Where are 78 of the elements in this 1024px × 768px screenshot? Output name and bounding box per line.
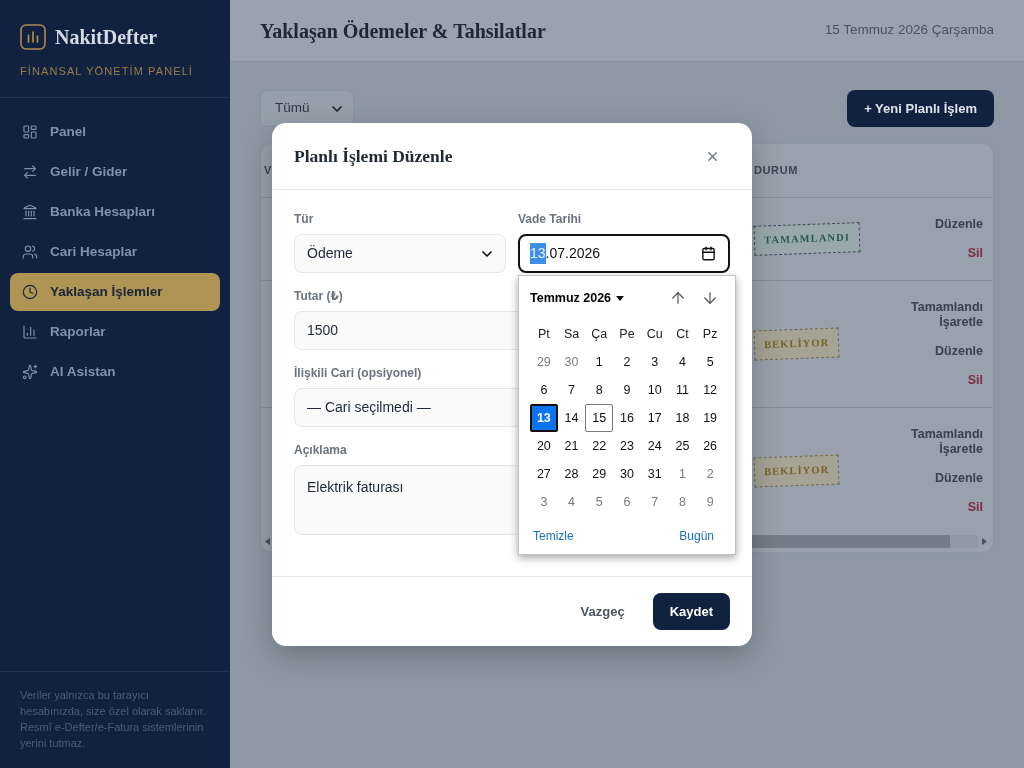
date-field[interactable]: 13.07.2026 (518, 234, 730, 273)
calendar-day[interactable]: 30 (557, 348, 586, 376)
calendar-day[interactable]: 7 (640, 488, 669, 516)
dialog-title: Planlı İşlemi Düzenle (294, 144, 453, 168)
chart-logo-icon (20, 24, 46, 50)
calendar-day[interactable]: 21 (557, 432, 586, 460)
weekday-label: Cu (646, 325, 663, 343)
weekday-label: Pz (702, 325, 718, 343)
sidebar-item[interactable]: Gelir / Gider (10, 153, 220, 191)
arrows-icon (22, 164, 38, 180)
save-button[interactable]: Kaydet (652, 593, 730, 630)
calendar-day[interactable]: 24 (640, 432, 669, 460)
dashboard-icon (22, 124, 38, 140)
page-title: Yaklaşan Ödemeler & Tahsilatlar (260, 18, 546, 45)
calendar-day[interactable]: 4 (668, 348, 697, 376)
column-header: V (264, 163, 272, 178)
calendar-day[interactable]: 4 (557, 488, 586, 516)
bar-chart-icon (22, 324, 38, 340)
calendar-day[interactable]: 8 (668, 488, 697, 516)
cancel-button[interactable]: Vazgeç (572, 593, 633, 630)
calendar-day[interactable]: 6 (613, 488, 641, 516)
scroll-left-icon[interactable] (265, 538, 270, 545)
calendar-day[interactable]: 26 (696, 432, 724, 460)
weekday-label: Ça (591, 325, 608, 343)
calendar-day[interactable]: 1 (585, 348, 614, 376)
calendar-day[interactable]: 29 (530, 348, 558, 376)
calendar-day[interactable]: 3 (530, 488, 558, 516)
scroll-right-icon[interactable] (982, 538, 987, 545)
clock-icon (22, 284, 38, 300)
calendar-day[interactable]: 25 (668, 432, 697, 460)
weekday-label: Pt (537, 325, 550, 343)
arrow-down-icon[interactable] (701, 289, 719, 307)
weekday-label: Ct (676, 325, 689, 343)
sidebar-item[interactable]: Raporlar (10, 313, 220, 351)
status-stamp: TAMAMLANDI (753, 222, 861, 256)
field-label: Vade Tarihi (518, 212, 582, 226)
users-icon (22, 244, 38, 260)
calendar-icon[interactable] (701, 246, 716, 261)
select-field[interactable]: Ödeme (294, 234, 506, 273)
sparkles-icon (22, 364, 38, 380)
column-header: DURUM (754, 163, 798, 178)
sidebar-item[interactable]: Yaklaşan İşlemler (10, 273, 220, 311)
edit-link[interactable]: Düzenle (935, 471, 983, 486)
calendar-day[interactable]: 3 (640, 348, 669, 376)
calendar-day[interactable]: 9 (696, 488, 724, 516)
sidebar-item[interactable]: Banka Hesapları (10, 193, 220, 231)
brand-tagline: FİNANSAL YÖNETİM PANELİ (20, 65, 194, 77)
status-stamp: BEKLİYOR (753, 327, 840, 361)
status-stamp: BEKLİYOR (753, 454, 840, 488)
mark-complete-link[interactable]: Tamamlandı İşaretle (907, 300, 983, 330)
weekday-label: Sa (563, 325, 580, 343)
current-date: 15 Temmuz 2026 Çarşamba (824, 21, 994, 40)
field-label: İlişkili Cari (opsiyonel) (294, 366, 422, 380)
edit-link[interactable]: Düzenle (935, 217, 983, 232)
month-select-button[interactable]: Temmuz 2026 (530, 288, 625, 308)
new-transaction-button[interactable]: + Yeni Planlı İşlem (847, 90, 994, 127)
field-label: Tutar (₺) (294, 289, 343, 303)
sidebar-item[interactable]: AI Asistan (10, 353, 220, 391)
sidebar-item[interactable]: Cari Hesaplar (10, 233, 220, 271)
mark-complete-link[interactable]: Tamamlandı İşaretle (907, 427, 983, 457)
calendar-day[interactable]: 13 (530, 404, 558, 432)
filter-select[interactable]: Tümü (260, 90, 354, 127)
calendar-day[interactable]: 5 (696, 348, 724, 376)
calendar-day[interactable]: 2 (613, 348, 641, 376)
calendar-day[interactable]: 23 (613, 432, 641, 460)
calendar-day[interactable]: 20 (530, 432, 558, 460)
field-label: Tür (294, 212, 314, 226)
field-label: Açıklama (294, 443, 347, 457)
calendar-day[interactable]: 15 (585, 404, 614, 432)
sidebar-item[interactable]: Panel (10, 113, 220, 151)
weekday-label: Pe (619, 325, 635, 343)
calendar-day[interactable]: 5 (585, 488, 614, 516)
calendar-day[interactable]: 22 (585, 432, 614, 460)
edit-link[interactable]: Düzenle (935, 344, 983, 359)
brand-name: NakitDefter (55, 25, 158, 50)
bank-icon (22, 204, 38, 220)
date-segment[interactable]: .07.2026 (545, 243, 601, 264)
caret-icon (616, 295, 625, 301)
